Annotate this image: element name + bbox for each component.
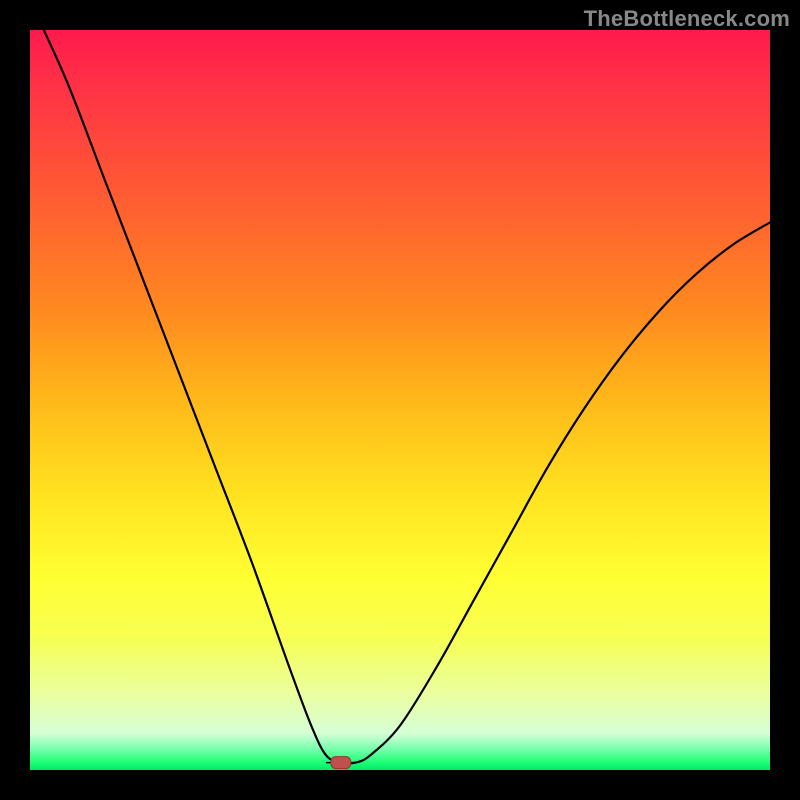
plot-area xyxy=(30,30,770,770)
curve-svg xyxy=(30,30,770,770)
watermark-text: TheBottleneck.com xyxy=(584,6,790,32)
bottleneck-curve xyxy=(30,30,770,764)
chart-stage: TheBottleneck.com xyxy=(0,0,800,800)
minimum-marker xyxy=(331,757,351,769)
